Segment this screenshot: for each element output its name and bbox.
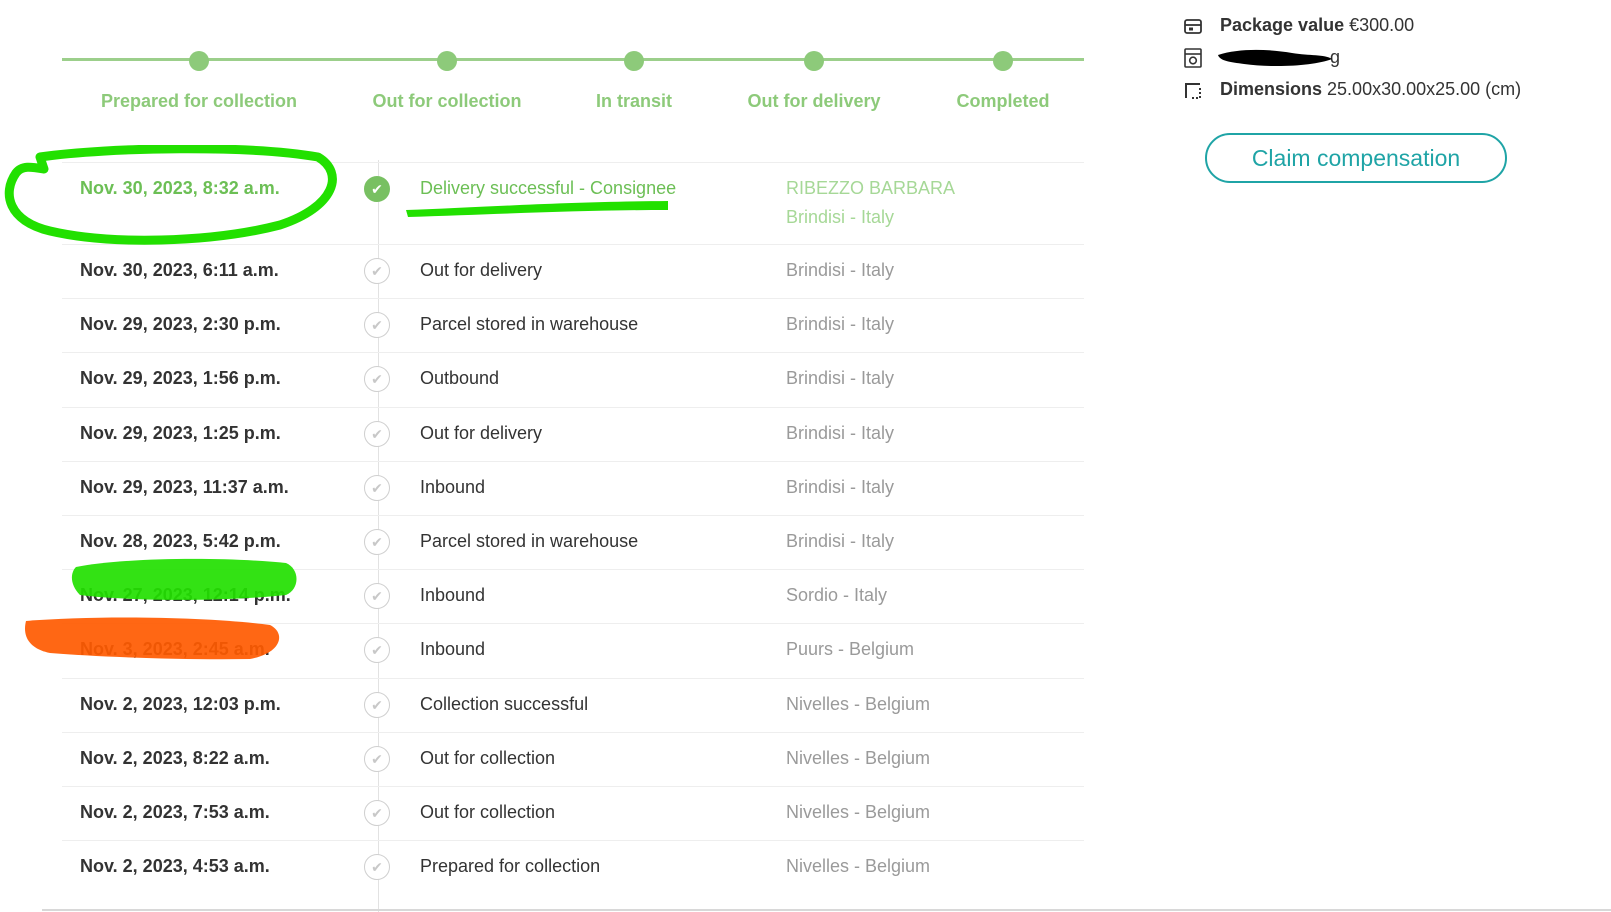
event-date: Nov. 29, 2023, 11:37 a.m. xyxy=(80,476,289,497)
claim-compensation-button[interactable]: Claim compensation xyxy=(1205,133,1507,183)
package-weight-row: g xyxy=(1183,47,1340,68)
scale-icon xyxy=(1183,47,1203,68)
tracking-events-list: Nov. 30, 2023, 8:32 a.m. ✔ Delivery succ… xyxy=(62,162,1084,894)
package-dimensions-row: Dimensions 25.00x30.00x25.00 (cm) xyxy=(1183,79,1521,100)
check-circle-icon: ✔ xyxy=(364,474,390,501)
event-date: Nov. 29, 2023, 1:56 p.m. xyxy=(80,368,281,389)
box-icon xyxy=(1183,16,1203,36)
event-location: Nivelles - Belgium xyxy=(786,801,931,822)
event-row: Nov. 30, 2023, 6:11 a.m. ✔ Out for deliv… xyxy=(62,244,1084,298)
event-location: Nivelles - Belgium xyxy=(786,856,931,877)
check-circle-icon: ✔ xyxy=(364,637,390,664)
event-row: Nov. 2, 2023, 4:53 a.m. ✔ Prepared for c… xyxy=(62,840,1084,894)
check-circle-icon: ✔ xyxy=(364,366,390,393)
event-location: Sordio - Italy xyxy=(786,585,888,606)
package-value-row: Package value €300.00 xyxy=(1183,15,1414,36)
event-status: Collection successful xyxy=(420,693,589,714)
event-status: Out for collection xyxy=(420,747,556,768)
step-label-completed: Completed xyxy=(956,91,1050,111)
event-row: Nov. 29, 2023, 11:37 a.m. ✔ Inbound Brin… xyxy=(62,460,1084,515)
event-date: Nov. 2, 2023, 8:22 a.m. xyxy=(80,747,270,768)
event-date: Nov. 30, 2023, 8:32 a.m. xyxy=(80,178,280,198)
step-dot-completed xyxy=(993,51,1013,71)
check-circle-icon: ✔ xyxy=(364,583,390,610)
event-status: Inbound xyxy=(420,585,486,606)
check-circle-icon: ✔ xyxy=(364,176,390,202)
event-status: Out for delivery xyxy=(420,260,543,280)
check-circle-icon: ✔ xyxy=(364,691,390,718)
event-location: Puurs - Belgium xyxy=(786,639,915,660)
dimensions-label: Dimensions xyxy=(1220,79,1323,99)
event-date: Nov. 2, 2023, 7:53 a.m. xyxy=(80,801,270,822)
event-row: Nov. 28, 2023, 5:42 p.m. ✔ Parcel stored… xyxy=(62,514,1084,569)
step-dot-out-for-collection xyxy=(437,51,457,71)
check-circle-icon: ✔ xyxy=(364,799,390,826)
package-value: €300.00 xyxy=(1349,15,1415,35)
package-value-label: Package value xyxy=(1220,15,1345,35)
event-date: Nov. 28, 2023, 5:42 p.m. xyxy=(80,530,281,551)
dimensions-icon xyxy=(1183,80,1203,100)
check-circle-icon: ✔ xyxy=(364,854,390,881)
event-date: Nov. 2, 2023, 4:53 a.m. xyxy=(80,856,270,877)
event-location: Brindisi - Italy xyxy=(786,530,895,551)
event-date: Nov. 2, 2023, 12:03 p.m. xyxy=(80,693,281,714)
event-consignee: RIBEZZO BARBARA xyxy=(786,178,956,198)
event-location: Nivelles - Belgium xyxy=(786,693,931,714)
event-row: Nov. 29, 2023, 1:25 p.m. ✔ Out for deliv… xyxy=(62,406,1084,461)
weight-redaction xyxy=(1218,48,1332,68)
event-location: Brindisi - Italy xyxy=(786,260,895,280)
event-location: Brindisi - Italy xyxy=(786,207,895,227)
dimensions-value: 25.00x30.00x25.00 (cm) xyxy=(1327,79,1522,99)
check-circle-icon: ✔ xyxy=(364,312,390,339)
check-circle-icon: ✔ xyxy=(364,258,390,284)
event-location: Brindisi - Italy xyxy=(786,476,895,497)
event-row: Nov. 2, 2023, 12:03 p.m. ✔ Collection su… xyxy=(62,677,1084,732)
event-status: Inbound xyxy=(420,639,486,660)
event-status: Delivery successful - Consignee xyxy=(420,178,677,198)
event-row: Nov. 27, 2023, 12:14 p.m. ✔ Inbound Sord… xyxy=(62,569,1084,623)
bottom-divider xyxy=(42,909,1611,911)
event-row: Nov. 29, 2023, 1:56 p.m. ✔ Outbound Brin… xyxy=(62,352,1084,406)
step-label-prepared: Prepared for collection xyxy=(100,91,298,111)
event-row: Nov. 29, 2023, 2:30 p.m. ✔ Parcel stored… xyxy=(62,298,1084,352)
event-date: Nov. 29, 2023, 2:30 p.m. xyxy=(80,314,281,335)
event-row: Nov. 2, 2023, 7:53 a.m. ✔ Out for collec… xyxy=(62,785,1084,840)
event-location: Brindisi - Italy xyxy=(786,314,895,335)
step-dot-out-for-delivery xyxy=(804,51,824,71)
step-dot-in-transit xyxy=(624,51,644,71)
progress-line xyxy=(62,58,1084,61)
event-location: Nivelles - Belgium xyxy=(786,747,931,768)
event-location: Brindisi - Italy xyxy=(786,368,895,389)
event-location: Brindisi - Italy xyxy=(786,422,895,443)
event-row: Nov. 3, 2023, 2:45 a.m. ✔ Inbound Puurs … xyxy=(62,623,1084,677)
event-date: Nov. 29, 2023, 1:25 p.m. xyxy=(80,422,281,443)
check-circle-icon: ✔ xyxy=(364,528,390,555)
event-status: Parcel stored in warehouse xyxy=(420,314,639,335)
event-date: Nov. 30, 2023, 6:11 a.m. xyxy=(80,260,279,280)
event-date: Nov. 3, 2023, 2:45 a.m. xyxy=(80,639,270,660)
event-status: Prepared for collection xyxy=(420,856,601,877)
event-status: Inbound xyxy=(420,476,486,497)
event-row: Nov. 30, 2023, 8:32 a.m. ✔ Delivery succ… xyxy=(62,162,1084,244)
check-circle-icon: ✔ xyxy=(364,420,390,447)
event-status: Out for delivery xyxy=(420,422,543,443)
event-row: Nov. 2, 2023, 8:22 a.m. ✔ Out for collec… xyxy=(62,731,1084,786)
event-status: Parcel stored in warehouse xyxy=(420,530,639,551)
event-date: Nov. 27, 2023, 12:14 p.m. xyxy=(80,585,291,606)
event-status: Outbound xyxy=(420,368,500,389)
event-status: Out for collection xyxy=(420,801,556,822)
check-circle-icon: ✔ xyxy=(364,745,390,772)
step-dot-prepared xyxy=(189,51,209,71)
